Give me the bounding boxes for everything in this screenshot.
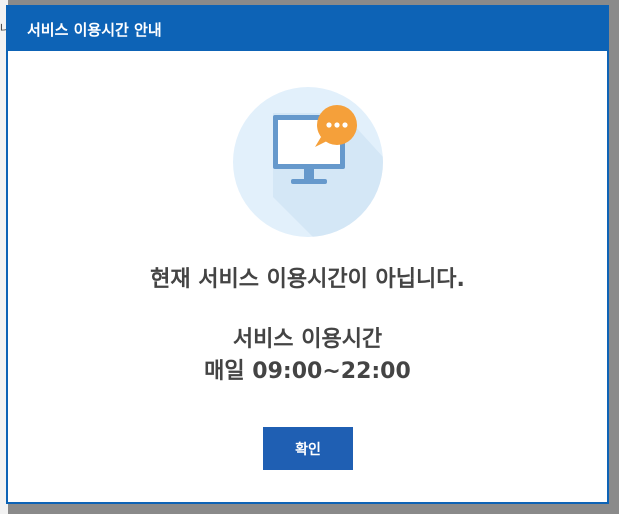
service-hours-value: 매일 09:00~22:00 [204, 359, 411, 384]
dialog-title: 서비스 이용시간 안내 [27, 20, 162, 39]
service-hours-dialog: 서비스 이용시간 안내 현재 서비스 이용시간이 아닙니다. 서비스 이용시간 [6, 5, 609, 504]
dialog-titlebar: 서비스 이용시간 안내 [8, 7, 607, 51]
service-hours-label: 서비스 이용시간 [232, 327, 383, 352]
confirm-button[interactable]: 확인 [263, 427, 353, 470]
unavailable-message: 현재 서비스 이용시간이 아닙니다. [150, 267, 465, 292]
monitor-with-speech-bubble-icon [273, 105, 383, 237]
dialog-body: 현재 서비스 이용시간이 아닙니다. 서비스 이용시간 매일 09:00~22:… [8, 51, 607, 502]
monitor-illustration [233, 87, 383, 237]
